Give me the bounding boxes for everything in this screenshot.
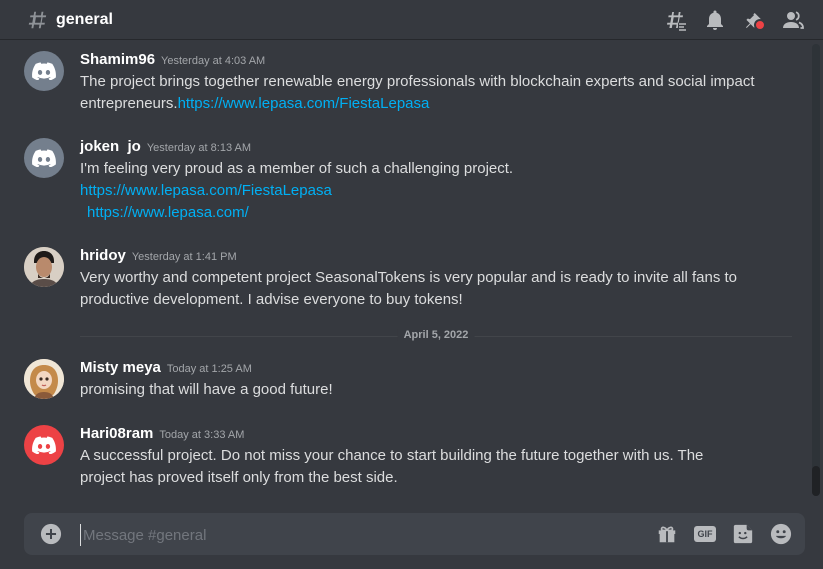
avatar[interactable] [24, 425, 64, 465]
pin-icon[interactable] [742, 8, 766, 32]
timestamp: Today at 3:33 AM [159, 429, 245, 441]
username[interactable]: hridoy [80, 247, 126, 264]
message-text: I'm feeling very proud as a member of su… [80, 160, 514, 177]
avatar[interactable] [24, 247, 64, 287]
bell-icon[interactable] [703, 8, 727, 32]
scrollbar-track[interactable] [812, 44, 820, 496]
message-text: productive development. I advise everyon… [80, 291, 463, 308]
channel-header: general [0, 0, 823, 40]
add-attachment-icon[interactable] [40, 523, 62, 545]
date-divider: April 5, 2022 [80, 329, 792, 341]
message-text: entrepreneurs. [80, 95, 178, 112]
timestamp: Yesterday at 8:13 AM [146, 142, 252, 154]
message-text: The project brings together renewable en… [80, 73, 755, 90]
username[interactable]: Misty meya [80, 359, 161, 376]
sticker-icon[interactable] [731, 522, 755, 546]
discord-logo-icon [32, 436, 56, 454]
channel-name: general [56, 10, 113, 28]
message-input[interactable] [80, 524, 535, 546]
username[interactable]: joken jo [80, 138, 141, 155]
hash-icon [28, 11, 47, 28]
username[interactable]: Hari08ram [80, 425, 153, 442]
timestamp: Yesterday at 1:41 PM [131, 251, 237, 263]
avatar[interactable] [24, 51, 64, 91]
threads-icon[interactable] [664, 8, 688, 32]
scrollbar-thumb[interactable] [812, 466, 820, 496]
message-link[interactable]: https://www.lepasa.com/ [87, 204, 249, 221]
timestamp: Yesterday at 4:03 AM [161, 55, 266, 67]
timestamp: Today at 1:25 AM [166, 363, 252, 375]
emoji-icon[interactable] [769, 522, 793, 546]
notification-dot [754, 19, 766, 31]
members-icon[interactable] [781, 8, 805, 32]
gift-icon[interactable] [655, 522, 679, 546]
message-list[interactable]: Shamim96 Yesterday at 4:03 AM The project… [0, 40, 808, 500]
avatar[interactable] [24, 359, 64, 399]
message-text: promising that will have a good future! [80, 381, 333, 398]
username[interactable]: Shamim96 [80, 51, 155, 68]
avatar[interactable] [24, 138, 64, 178]
message-link[interactable]: https://www.lepasa.com/FiestaLepasa [178, 95, 430, 112]
gif-button[interactable]: GIF [693, 522, 717, 546]
user-photo-icon [24, 247, 64, 287]
message-text: Very worthy and competent project Season… [80, 269, 738, 286]
message-link[interactable]: https://www.lepasa.com/FiestaLepasa [80, 182, 332, 199]
discord-logo-icon [32, 62, 56, 80]
user-photo-icon [24, 359, 64, 399]
gif-label: GIF [694, 526, 716, 542]
message-text: project has proved itself only from the … [80, 469, 398, 486]
discord-logo-icon [32, 149, 56, 167]
message-composer: GIF [24, 513, 805, 555]
date-divider-label: April 5, 2022 [397, 329, 475, 341]
message-text: A successful project. Do not miss your c… [80, 447, 704, 464]
